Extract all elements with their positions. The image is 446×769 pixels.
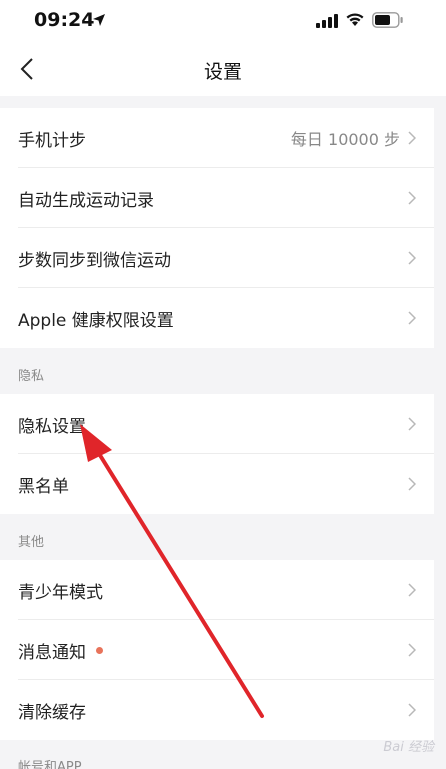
row-label: 消息通知	[18, 638, 103, 663]
row-label: 步数同步到微信运动	[18, 250, 171, 271]
cellular-signal-icon	[316, 14, 338, 28]
row-label: Apple 健康权限设置	[18, 310, 174, 331]
chevron-right-icon	[408, 477, 416, 491]
section-header-account: 帐号和APP	[0, 740, 434, 769]
section-title: 隐私	[18, 369, 45, 384]
status-time: 09:24	[34, 9, 95, 31]
chevron-right-icon	[408, 311, 416, 325]
section-header-privacy: 隐私	[0, 348, 434, 394]
chevron-right-icon	[408, 703, 416, 717]
chevron-right-icon	[408, 251, 416, 265]
row-label: 隐私设置	[18, 416, 86, 437]
chevron-right-icon	[408, 643, 416, 657]
unread-dot-badge	[96, 647, 103, 654]
chevron-right-icon	[408, 131, 416, 145]
row-label: 青少年模式	[18, 582, 103, 603]
row-label-text: 消息通知	[18, 642, 86, 663]
row-label: 自动生成运动记录	[18, 190, 154, 211]
watermark: Bai 经验	[383, 740, 434, 755]
section-header-other: 其他	[0, 514, 434, 560]
chevron-right-icon	[408, 583, 416, 597]
wifi-icon	[346, 13, 364, 26]
row-privacy-settings[interactable]: 隐私设置	[0, 394, 434, 454]
row-label: 清除缓存	[18, 702, 86, 723]
row-sync-wechat-sport[interactable]: 步数同步到微信运动	[0, 228, 434, 288]
status-bar: 09:24	[0, 0, 446, 44]
section-title: 其他	[18, 535, 45, 550]
chevron-right-icon	[408, 191, 416, 205]
section-title: 帐号和APP	[18, 760, 82, 769]
row-notifications[interactable]: 消息通知	[0, 620, 434, 680]
row-teen-mode[interactable]: 青少年模式	[0, 560, 434, 620]
chevron-right-icon	[408, 417, 416, 431]
step-goal-value: 每日 10000 步	[290, 130, 400, 149]
page-title: 设置	[203, 61, 242, 83]
section-gap	[0, 96, 446, 108]
row-auto-workout-record[interactable]: 自动生成运动记录	[0, 168, 434, 228]
row-apple-health[interactable]: Apple 健康权限设置	[0, 288, 434, 348]
row-blacklist[interactable]: 黑名单	[0, 454, 434, 514]
battery-icon	[372, 12, 403, 28]
row-clear-cache[interactable]: 清除缓存	[0, 680, 434, 740]
scroll-edge	[434, 96, 446, 769]
row-label: 黑名单	[18, 476, 69, 497]
nav-bar: 设置	[0, 44, 446, 96]
location-arrow-icon	[93, 14, 105, 26]
row-label: 手机计步	[18, 130, 86, 151]
row-step-counter[interactable]: 手机计步 每日 10000 步	[0, 108, 434, 168]
